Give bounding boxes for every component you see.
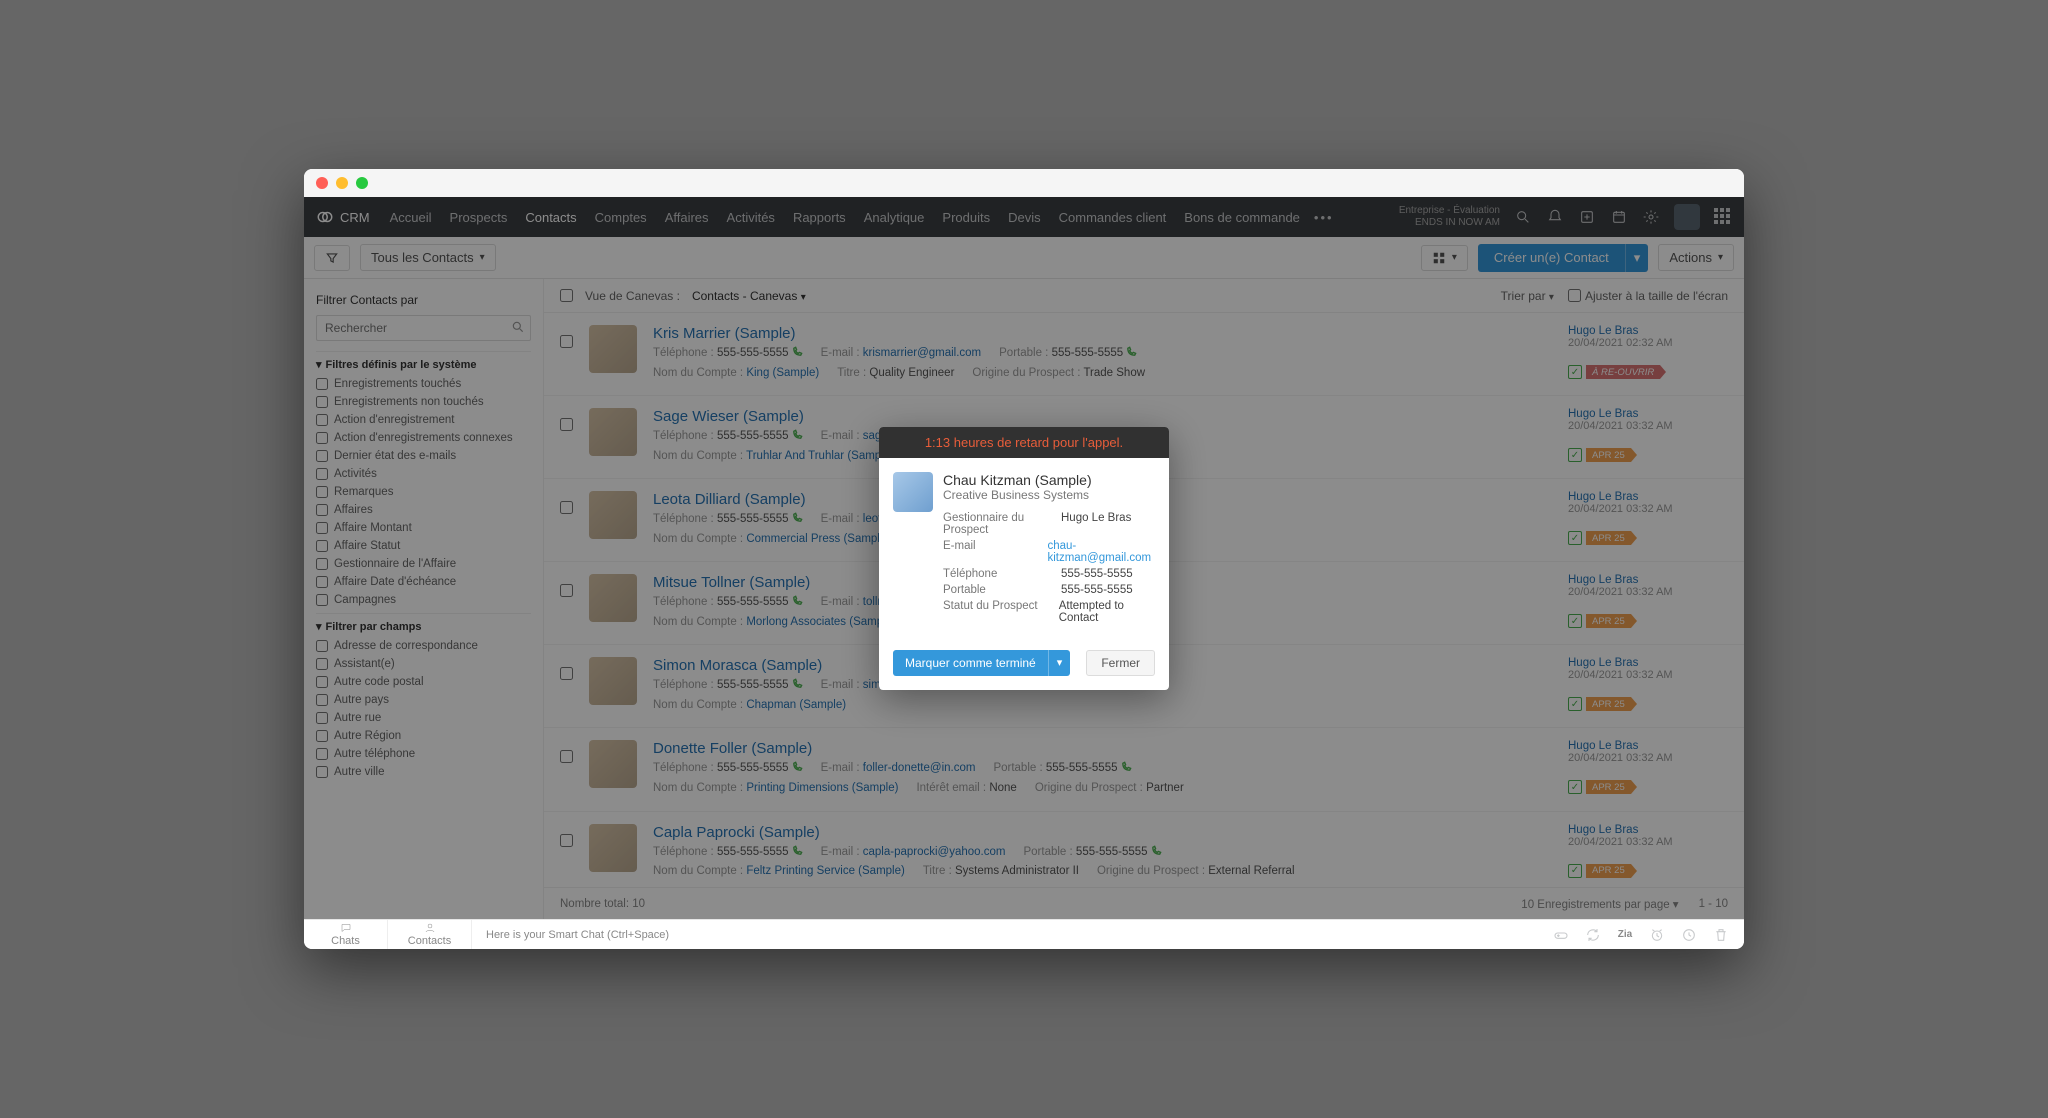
modal-overlay[interactable]: 1:13 heures de retard pour l'appel. Chau…	[304, 197, 1744, 919]
history-icon[interactable]	[1680, 926, 1698, 944]
modal-header: 1:13 heures de retard pour l'appel.	[879, 427, 1169, 458]
modal-field: Gestionnaire du ProspectHugo Le Bras	[943, 510, 1165, 538]
modal-field: Statut du ProspectAttempted to Contact	[943, 598, 1165, 626]
modal-info: Chau Kitzman (Sample) Creative Business …	[943, 472, 1165, 626]
zia-icon[interactable]: Zia	[1616, 926, 1634, 944]
app-window: CRM AccueilProspectsContactsComptesAffai…	[304, 169, 1744, 949]
modal-field: Portable555-555-5555	[943, 582, 1165, 598]
reminder-modal: 1:13 heures de retard pour l'appel. Chau…	[879, 427, 1169, 690]
window-titlebar	[304, 169, 1744, 197]
modal-contact-name: Chau Kitzman (Sample)	[943, 472, 1165, 488]
gamepad-icon[interactable]	[1552, 926, 1570, 944]
smart-chat-hint[interactable]: Here is your Smart Chat (Ctrl+Space)	[472, 929, 683, 941]
bottombar-icons: Zia	[1552, 926, 1744, 944]
mark-done-button[interactable]: Marquer comme terminé	[893, 650, 1048, 676]
modal-field: Téléphone555-555-5555	[943, 566, 1165, 582]
modal-body: Chau Kitzman (Sample) Creative Business …	[879, 458, 1169, 640]
window-min-icon[interactable]	[336, 177, 348, 189]
bottombar-chats[interactable]: Chats	[304, 920, 388, 949]
refresh-icon[interactable]	[1584, 926, 1602, 944]
trash-icon[interactable]	[1712, 926, 1730, 944]
modal-footer: Marquer comme terminé ▾ Fermer	[879, 640, 1169, 690]
modal-avatar	[893, 472, 933, 512]
close-button[interactable]: Fermer	[1086, 650, 1155, 676]
modal-field: E-mailchau-kitzman@gmail.com	[943, 538, 1165, 566]
bottombar-contacts[interactable]: Contacts	[388, 920, 472, 949]
modal-company: Creative Business Systems	[943, 488, 1165, 502]
bottombar: Chats Contacts Here is your Smart Chat (…	[304, 919, 1744, 949]
mark-done-dropdown[interactable]: ▾	[1048, 650, 1071, 676]
window-close-icon[interactable]	[316, 177, 328, 189]
alarm-icon[interactable]	[1648, 926, 1666, 944]
window-max-icon[interactable]	[356, 177, 368, 189]
